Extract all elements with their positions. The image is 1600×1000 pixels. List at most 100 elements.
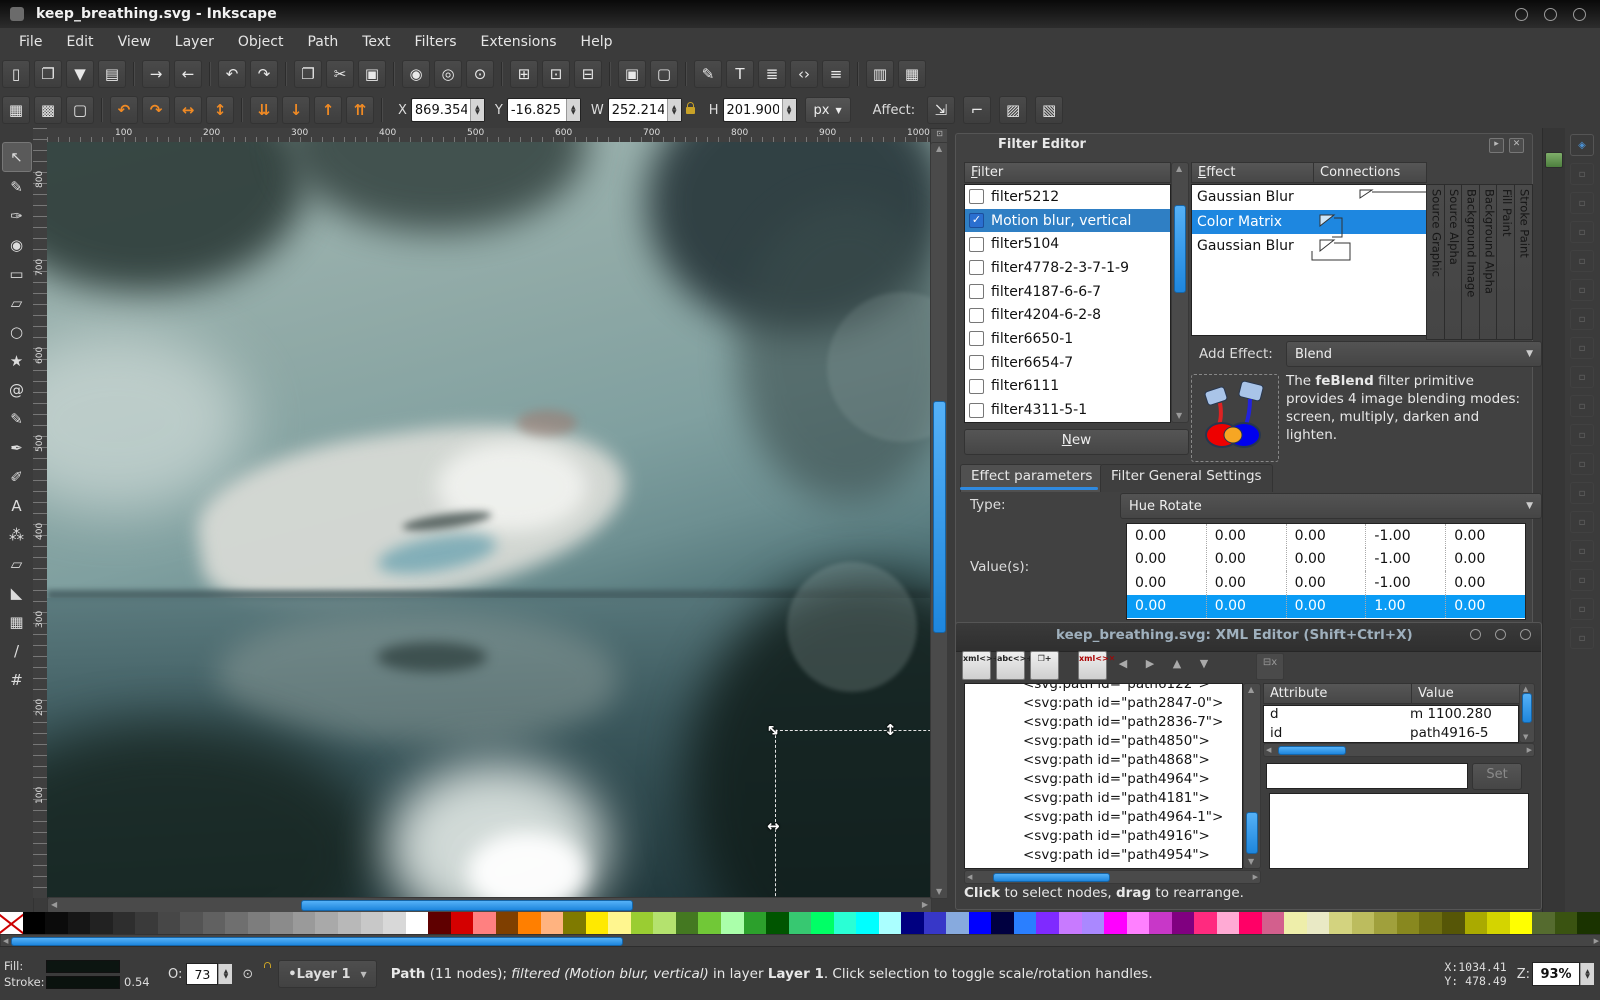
move-patterns-toggle[interactable]: ▧ xyxy=(1035,96,1063,124)
duplicate-node-button[interactable]: ❐+ xyxy=(1030,651,1059,680)
palette-swatch[interactable] xyxy=(1172,912,1195,934)
palette-swatch[interactable] xyxy=(1374,912,1397,934)
zoom-drawing-button[interactable]: ◎ xyxy=(434,60,462,88)
palette-swatch[interactable] xyxy=(1149,912,1172,934)
zoom-tool[interactable]: ◉ xyxy=(3,231,31,259)
palette-swatch[interactable] xyxy=(23,912,46,934)
attribute-row[interactable]: dm 1100.280 xyxy=(1264,706,1518,725)
matrix-row[interactable]: 0.000.000.00-1.000.00 xyxy=(1127,571,1525,595)
palette-swatch[interactable] xyxy=(586,912,609,934)
deselect-button[interactable]: ▢ xyxy=(66,96,94,124)
redo-button[interactable]: ↷ xyxy=(250,60,278,88)
xml-node[interactable]: <svg:path id="path4964"> xyxy=(965,771,1242,790)
filter-enabled-checkbox[interactable] xyxy=(969,260,984,275)
w-field[interactable]: ▲▼ xyxy=(608,98,682,122)
palette-swatch[interactable] xyxy=(1352,912,1375,934)
ellipse-tool[interactable]: ○ xyxy=(3,318,31,346)
flip-horizontal-button[interactable]: ↔ xyxy=(174,96,202,124)
attribute-vscroll-thumb[interactable] xyxy=(1522,693,1532,723)
palette-swatch[interactable] xyxy=(451,912,474,934)
filter-list-scrollbar[interactable]: ▲▼ xyxy=(1171,162,1189,423)
spray-tool[interactable]: ⁂ xyxy=(3,521,31,549)
snap-grids[interactable]: ▫ xyxy=(1570,598,1594,620)
maximize-button[interactable] xyxy=(1544,8,1557,21)
palette-swatch[interactable] xyxy=(496,912,519,934)
xml-tree-vscroll-thumb[interactable] xyxy=(1246,812,1258,854)
palette-swatch[interactable] xyxy=(811,912,834,934)
gradient-tool[interactable]: ▦ xyxy=(3,608,31,636)
select-all-button[interactable]: ▦ xyxy=(2,96,30,124)
value-column-header[interactable]: Value xyxy=(1411,683,1531,704)
filter-enabled-checkbox[interactable]: ✓ xyxy=(969,213,984,228)
selector-tool[interactable]: ↖ xyxy=(2,142,32,172)
snap-cusp-nodes[interactable]: ▫ xyxy=(1570,395,1594,417)
pencil-tool[interactable]: ✎ xyxy=(3,405,31,433)
palette-swatch[interactable] xyxy=(1577,912,1600,934)
palette-scroll-thumb[interactable] xyxy=(11,937,623,946)
layers-dialog-button[interactable]: ≣ xyxy=(758,60,786,88)
filter-enabled-checkbox[interactable] xyxy=(969,355,984,370)
palette-swatch[interactable] xyxy=(608,912,631,934)
xml-editor-dialog-button[interactable]: ‹› xyxy=(790,60,818,88)
horizontal-ruler[interactable]: 1002003004005006007008009001000 xyxy=(47,128,930,143)
dropper-tool[interactable]: / xyxy=(3,637,31,665)
bezier-tool[interactable]: ✒ xyxy=(3,434,31,462)
new-text-node-button[interactable]: abc<>+ xyxy=(996,651,1025,680)
units-dropdown[interactable]: px▼ xyxy=(805,97,851,123)
palette-swatch[interactable] xyxy=(1239,912,1262,934)
rotate-cw-button[interactable]: ↷ xyxy=(142,96,170,124)
attribute-vscrollbar[interactable]: ▲▼ xyxy=(1519,683,1535,743)
filter-row[interactable]: filter4311-5-1 xyxy=(965,398,1170,422)
connector-tool[interactable]: # xyxy=(3,666,31,694)
print-button[interactable]: ▤ xyxy=(98,60,126,88)
palette-swatch[interactable] xyxy=(361,912,384,934)
filter-row[interactable]: filter5212 xyxy=(965,185,1170,209)
menu-text[interactable]: Text xyxy=(351,31,401,53)
lower-to-bottom-button[interactable]: ⇊ xyxy=(250,96,278,124)
xml-tree-hscrollbar[interactable]: ◀▶ xyxy=(964,870,1261,884)
opacity-input[interactable]: 73 xyxy=(186,963,218,985)
node-tool[interactable]: ✎ xyxy=(3,173,31,201)
palette-swatch[interactable] xyxy=(315,912,338,934)
snap-text-baselines[interactable]: ▫ xyxy=(1570,540,1594,562)
layer-visibility-icon[interactable]: ⊙ xyxy=(242,967,253,982)
xml-tree-hscroll-thumb[interactable] xyxy=(993,873,1110,882)
palette-swatch[interactable] xyxy=(541,912,564,934)
palette-swatch[interactable] xyxy=(563,912,586,934)
palette-swatch[interactable] xyxy=(991,912,1014,934)
menu-file[interactable]: File xyxy=(8,31,53,53)
matrix-row[interactable]: 0.000.000.001.000.00 xyxy=(1127,595,1525,619)
menu-path[interactable]: Path xyxy=(296,31,349,53)
palette-swatch[interactable] xyxy=(225,912,248,934)
filter-enabled-checkbox[interactable] xyxy=(969,308,984,323)
add-effect-dropdown[interactable]: Blend▼ xyxy=(1286,341,1542,367)
snap-line-midpoints[interactable]: ▫ xyxy=(1570,453,1594,475)
scale-stroke-toggle[interactable]: ⇲ xyxy=(927,96,955,124)
xml-tree-vscrollbar[interactable]: ▲▼ xyxy=(1243,683,1261,869)
filter-row[interactable]: filter5104 xyxy=(965,232,1170,256)
rotate-ccw-button[interactable]: ↶ xyxy=(110,96,138,124)
dock-settings-icon[interactable] xyxy=(1545,152,1563,168)
dock-close-icon[interactable]: ✕ xyxy=(1509,138,1524,153)
tab-filter-general-settings[interactable]: Filter General Settings xyxy=(1100,464,1273,492)
xml-node[interactable]: <svg:path id="path4850"> xyxy=(965,733,1242,752)
dock-collapse-icon[interactable]: ▸ xyxy=(1489,138,1504,153)
snap-page-border[interactable]: ▫ xyxy=(1570,569,1594,591)
palette-swatch[interactable] xyxy=(1194,912,1217,934)
palette-swatch[interactable] xyxy=(1532,912,1555,934)
spiral-tool[interactable]: @ xyxy=(3,376,31,404)
palette-swatch[interactable] xyxy=(1284,912,1307,934)
palette-swatch[interactable] xyxy=(518,912,541,934)
snap-nodes[interactable]: ▫ xyxy=(1570,308,1594,330)
palette-swatch[interactable] xyxy=(135,912,158,934)
palette-swatch[interactable] xyxy=(721,912,744,934)
palette-swatch[interactable] xyxy=(1510,912,1533,934)
palette-swatch[interactable] xyxy=(45,912,68,934)
raise-to-top-button[interactable]: ⇈ xyxy=(346,96,374,124)
menu-view[interactable]: View xyxy=(107,31,162,53)
xml-editor-titlebar[interactable]: keep_breathing.svg: XML Editor (Shift+Ct… xyxy=(956,623,1541,652)
effect-column-header[interactable]: Effect xyxy=(1191,162,1315,183)
effect-row[interactable]: Color Matrix xyxy=(1192,210,1426,235)
xml-node[interactable]: <svg:path id="path2847-0"> xyxy=(965,695,1242,714)
filter-row[interactable]: filter6654-7 xyxy=(965,351,1170,375)
